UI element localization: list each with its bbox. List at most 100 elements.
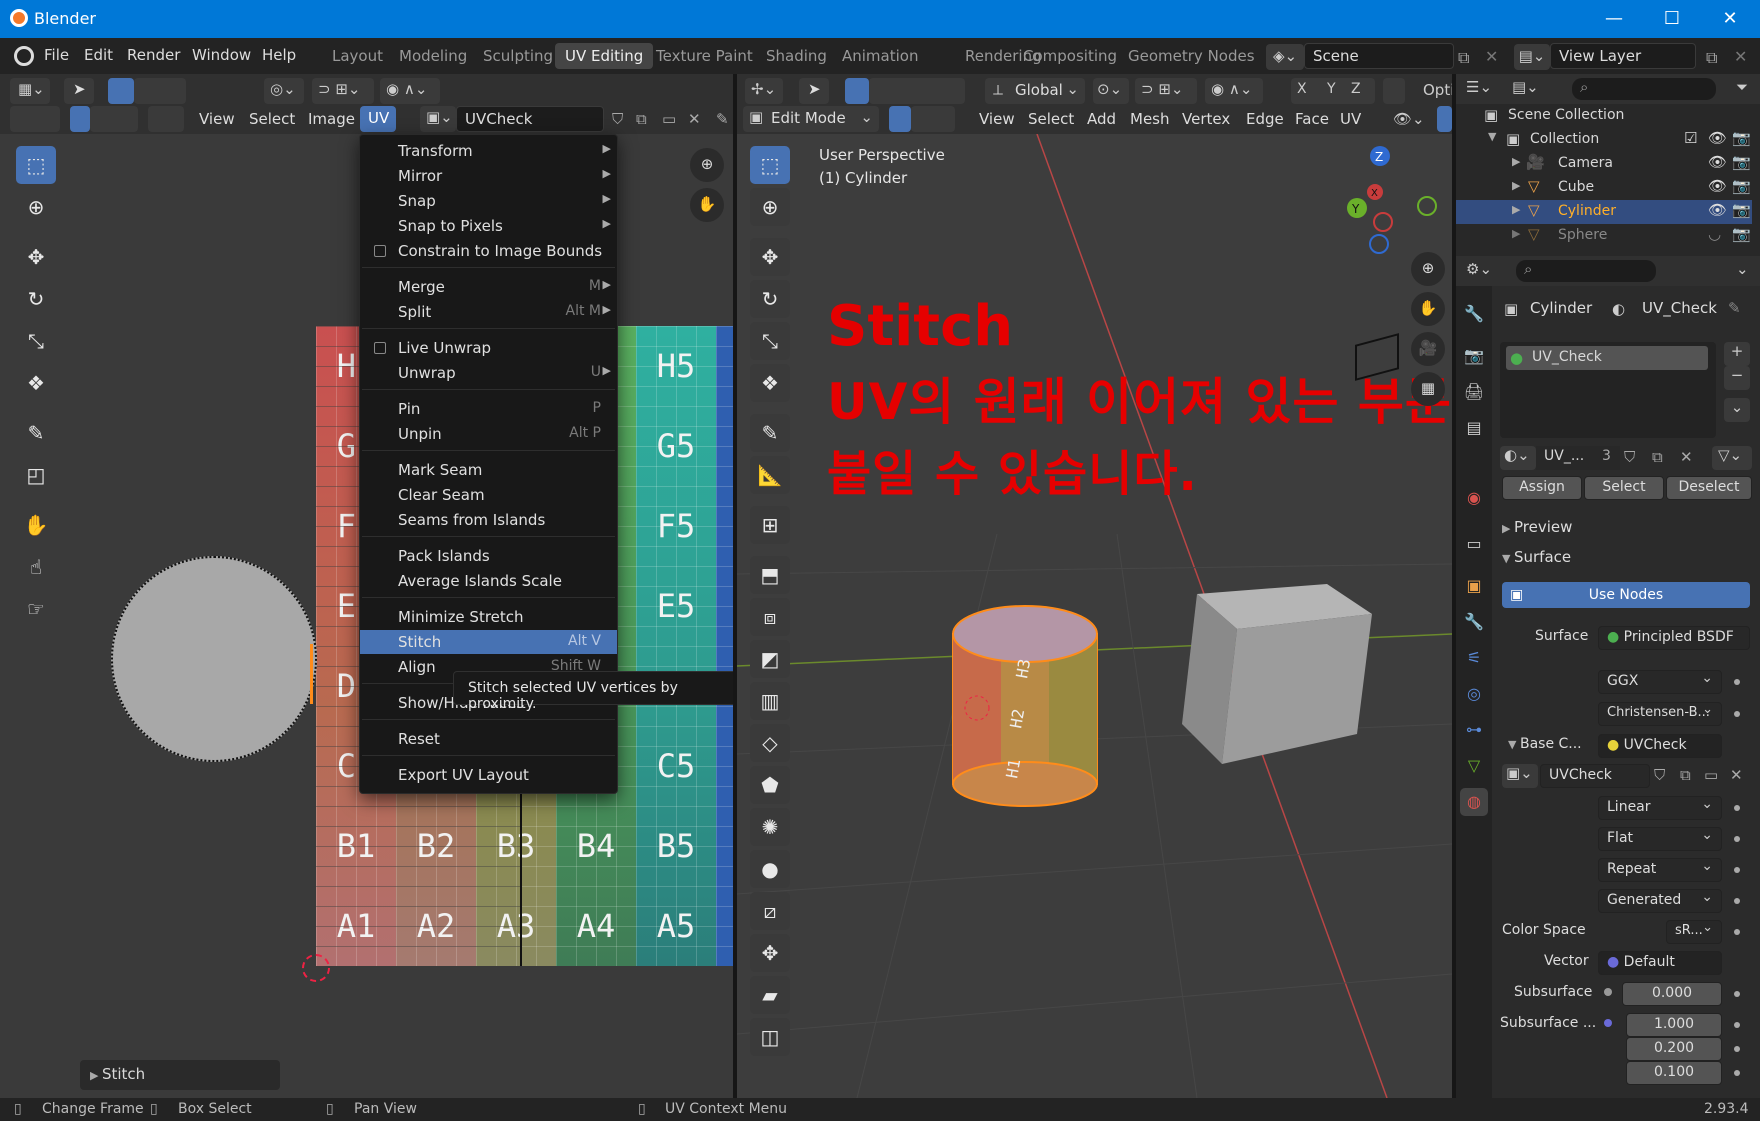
vp-tool-rip[interactable]: ◫ [750, 1018, 790, 1056]
close-button[interactable]: ✕ [1701, 0, 1759, 38]
tool-tab-icon[interactable]: 🔧 [1460, 300, 1488, 328]
menu-item-merge[interactable]: Merge M ▶ [360, 275, 617, 299]
viewport-menu-vertex[interactable]: Vertex [1182, 110, 1230, 128]
tool-scale[interactable]: ⤡ [16, 322, 56, 360]
material-name-field[interactable]: UV_... [1536, 446, 1596, 470]
modifier-tab-icon[interactable]: 🔧 [1460, 608, 1488, 636]
surface-panel-header[interactable]: ▼ Surface [1502, 548, 1571, 566]
material-tab-icon[interactable]: ◍ [1460, 788, 1488, 816]
checkbox-icon[interactable] [374, 342, 386, 354]
slot-specials-icon[interactable]: ⌄ [1724, 398, 1750, 422]
menu-item-clear-seam[interactable]: Clear Seam [360, 483, 617, 507]
viewport-select-modes[interactable] [869, 78, 965, 104]
auto-merge-icon[interactable] [1383, 78, 1405, 104]
tool-annotate[interactable]: ✎ [16, 414, 56, 452]
eye-closed-icon[interactable]: ◡ [1708, 225, 1721, 243]
camera-render-icon[interactable]: 📷 [1732, 129, 1751, 147]
ortho-toggle-icon[interactable]: ▦ [1411, 372, 1445, 406]
world-tab-icon[interactable]: ◉ [1460, 484, 1488, 512]
viewport-snap-icon[interactable]: ⊃ ⊞⌄ [1135, 78, 1197, 104]
vp-tool-edge-slide[interactable]: ⧄ [750, 892, 790, 930]
2d-cursor-icon[interactable] [302, 954, 330, 982]
radius-y-field[interactable]: 0.200 [1626, 1037, 1722, 1061]
vp-tool-loop-cut[interactable]: ▥ [750, 682, 790, 720]
subsurface-value-field[interactable]: 0.000 [1622, 982, 1722, 1006]
material-users-count[interactable]: 3 [1596, 446, 1620, 470]
editor-type-icon[interactable]: ▦⌄ [10, 78, 50, 104]
menu-item-average-islands-scale[interactable]: Average Islands Scale [360, 569, 617, 593]
select-mode-icons[interactable] [134, 78, 186, 104]
viewport-menu-view[interactable]: View [979, 110, 1015, 128]
viewport-menu-add[interactable]: Add [1087, 110, 1116, 128]
viewport-proportional-icon[interactable]: ◉ ∧⌄ [1205, 78, 1263, 104]
3d-viewport[interactable]: H1 H2 H3 Stitch UV의 원래 이어져 있는 부분에 붙일 수 있… [737, 134, 1452, 1098]
add-slot-button[interactable]: + [1724, 342, 1750, 366]
new-image-icon[interactable]: ⧉ [1680, 766, 1691, 784]
viewport-menu-select[interactable]: Select [1028, 110, 1074, 128]
checkbox-icon[interactable]: ☑ [1684, 129, 1697, 147]
menu-item-export-uv-layout[interactable]: Export UV Layout [360, 763, 617, 787]
properties-search-input[interactable]: ⌕ [1516, 260, 1656, 282]
unlink-image-icon[interactable]: ✕ [1730, 766, 1743, 784]
checkbox-icon[interactable] [374, 245, 386, 257]
vp-tool-inset[interactable]: ⧈ [750, 598, 790, 636]
eye-icon[interactable]: 👁 [1708, 129, 1727, 147]
outliner-item-cylinder[interactable]: ▶ ▽ Cylinder 👁 📷 [1456, 200, 1752, 224]
assign-button[interactable]: Assign [1502, 476, 1582, 500]
uv-vertex-mode-icon[interactable] [70, 106, 90, 132]
menu-item-snap-to-pixels[interactable]: Snap to Pixels ▶ [360, 214, 617, 238]
unlink-material-icon[interactable]: ✕ [1680, 448, 1693, 466]
select-tool-icon[interactable]: ➤ [64, 78, 94, 104]
snap-icon[interactable]: ⊃ ⊞⌄ [312, 78, 374, 104]
output-tab-icon[interactable]: 🖨 [1460, 378, 1488, 406]
view-layer-tab-icon[interactable]: ▤ [1460, 414, 1488, 442]
tool-pinch[interactable]: ☞ [16, 590, 56, 628]
tool-select-box[interactable]: ⬚ [16, 146, 56, 184]
subsurface-method-dropdown[interactable]: Christensen-B... [1598, 702, 1722, 726]
link-type-icon[interactable]: ▽⌄ [1712, 446, 1752, 470]
vertex-select-icon[interactable] [889, 106, 911, 132]
blender-menu-icon[interactable] [14, 46, 34, 66]
outliner-search-input[interactable]: ⌕ [1572, 78, 1716, 100]
viewport-select-new-icon[interactable] [845, 78, 869, 104]
vector-field[interactable]: ● Default [1598, 951, 1722, 975]
tool-transform[interactable]: ❖ [16, 364, 56, 402]
menu-item-live-unwrap[interactable]: Live Unwrap [360, 336, 617, 360]
outliner-scene-collection[interactable]: ▣ Scene Collection [1456, 104, 1752, 128]
maximize-button[interactable]: ☐ [1643, 0, 1701, 38]
preview-panel-header[interactable]: ▶ Preview [1502, 518, 1572, 536]
uv-menu-select[interactable]: Select [249, 110, 295, 128]
projection-dropdown[interactable]: Flat [1598, 827, 1722, 851]
menu-item-unpin[interactable]: Unpin Alt P [360, 422, 617, 446]
scene-browse-icon[interactable]: ◈⌄ [1266, 44, 1304, 70]
vp-tool-select[interactable]: ⬚ [750, 146, 790, 184]
vp-tool-shrink[interactable]: ✥ [750, 934, 790, 972]
image-name-field[interactable]: UVCheck [456, 106, 604, 132]
interpolation-dropdown[interactable]: Linear [1598, 796, 1722, 820]
pivot-icon[interactable]: ◎⌄ [264, 78, 304, 104]
menu-item-constrain-bounds[interactable]: Constrain to Image Bounds [360, 239, 617, 263]
eye-icon[interactable]: 👁 [1708, 177, 1727, 195]
tab-animation[interactable]: Animation [832, 43, 928, 69]
open-image-icon[interactable]: ▭ [662, 110, 676, 128]
eye-icon[interactable]: 👁 [1708, 153, 1727, 171]
viewport-pivot-icon[interactable]: ⊙⌄ [1093, 78, 1129, 104]
tab-modeling[interactable]: Modeling [389, 43, 477, 69]
image-name-field[interactable]: UVCheck [1540, 764, 1650, 788]
visibility-icon[interactable]: 👁⌄ [1393, 110, 1425, 128]
camera-view-icon[interactable]: 🎥 [1411, 332, 1445, 366]
vp-tool-annotate[interactable]: ✎ [750, 414, 790, 452]
radius-socket-icon[interactable] [1604, 1019, 1612, 1027]
filter-icon[interactable]: ⏷ [1736, 78, 1748, 96]
cube-object[interactable] [1177, 584, 1377, 774]
vp-tool-scale[interactable]: ⤡ [750, 322, 790, 360]
material-browse-icon[interactable]: ◐⌄ [1500, 446, 1536, 470]
tab-uv-editing[interactable]: UV Editing [555, 43, 654, 69]
menu-item-seams-from-islands[interactable]: Seams from Islands [360, 508, 617, 532]
mode-dropdown[interactable]: ▣ Edit Mode ⌄ [743, 106, 879, 132]
menu-item-transform[interactable]: Transform ▶ [360, 139, 617, 163]
menu-item-reset[interactable]: Reset [360, 727, 617, 751]
delete-view-layer-icon[interactable]: ✕ [1734, 47, 1747, 66]
data-tab-icon[interactable]: ▽ [1460, 752, 1488, 780]
proportional-edit-icon[interactable]: ◉ ∧⌄ [380, 78, 440, 104]
